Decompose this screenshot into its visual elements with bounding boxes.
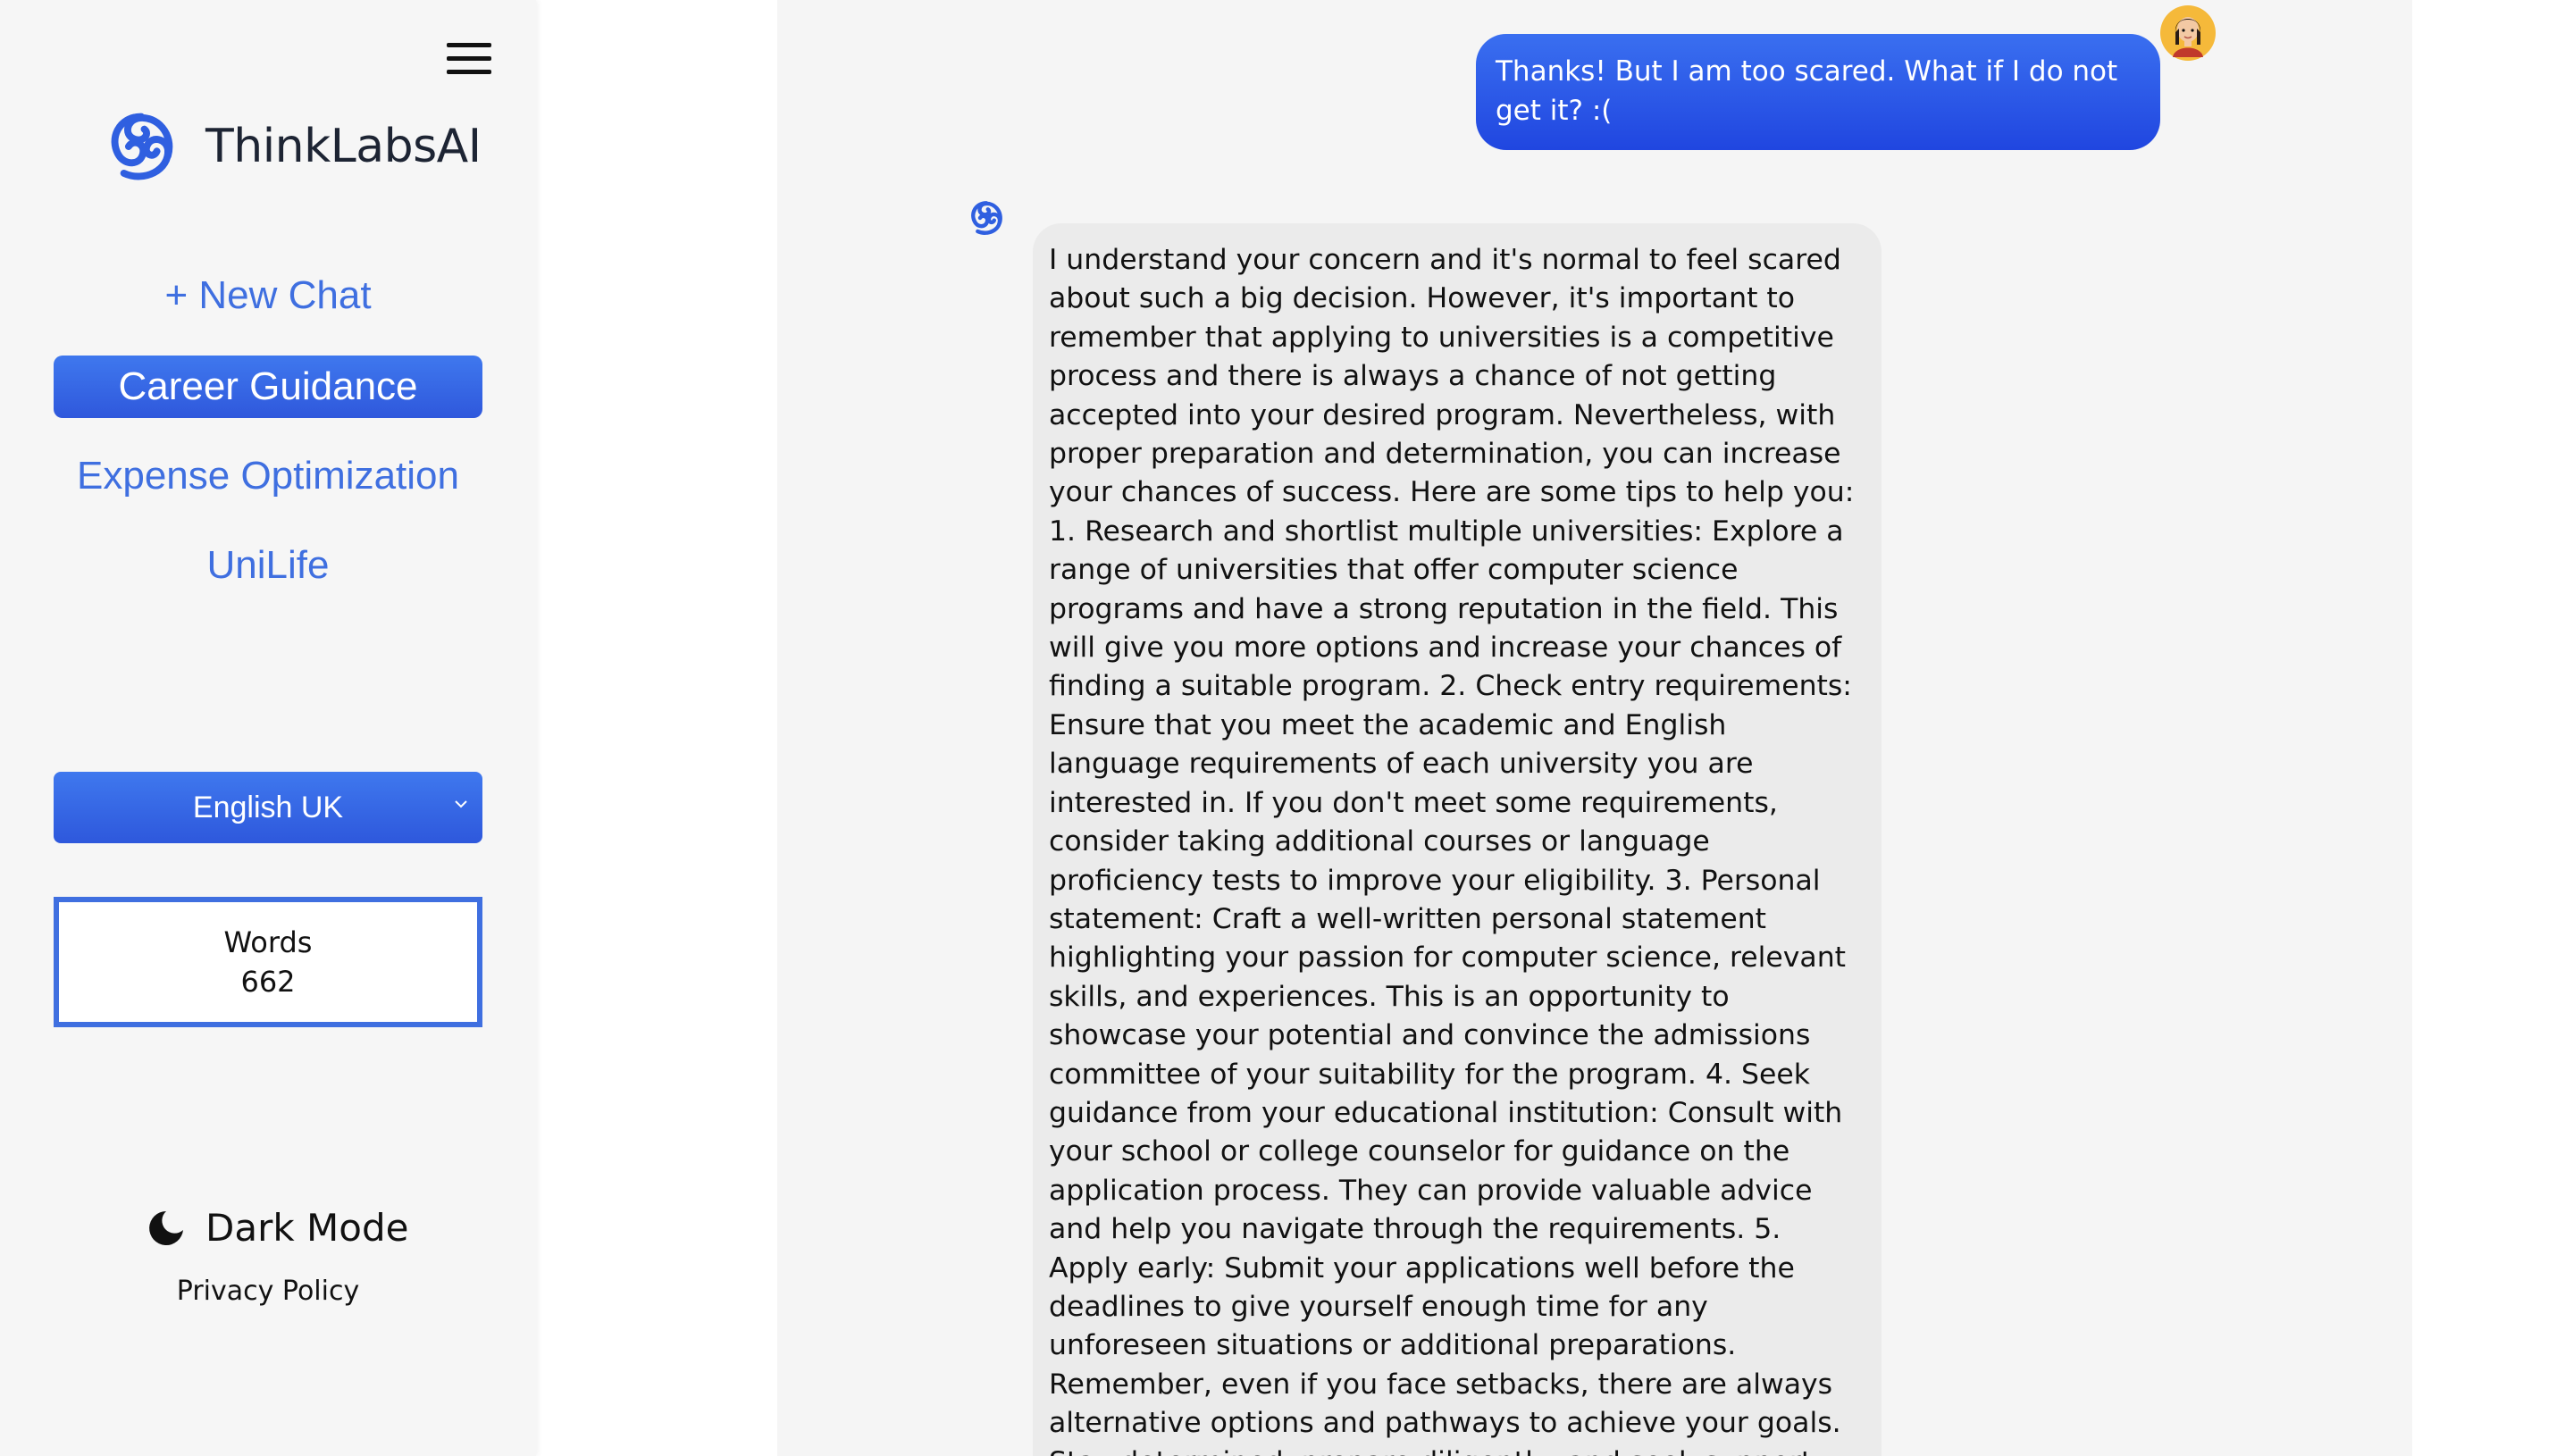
privacy-policy-link[interactable]: Privacy Policy [54, 1276, 482, 1307]
new-chat-button[interactable]: + New Chat [54, 273, 482, 318]
hamburger-menu-icon[interactable] [447, 43, 491, 75]
language-selected-value: English UK [192, 790, 344, 824]
sidebar-item-expense-optimization[interactable]: Expense Optimization [54, 454, 482, 498]
dark-mode-label: Dark Mode [205, 1206, 409, 1250]
assistant-message-bubble: I understand your concern and it's norma… [1033, 223, 1882, 1456]
user-avatar-icon [2160, 5, 2216, 61]
app-root: ThinkLabsAI + New Chat Career Guidance E… [0, 0, 2573, 1456]
chevron-down-icon [455, 800, 467, 808]
word-count-box: Words 662 [54, 897, 482, 1027]
language-select[interactable]: English UK [54, 772, 482, 843]
dark-mode-toggle[interactable]: Dark Mode [147, 1206, 408, 1250]
thinklabs-logo-icon [111, 113, 173, 180]
user-message-bubble: Thanks! But I am too scared. What if I d… [1476, 34, 2160, 150]
brand-logo: ThinkLabsAI [102, 105, 482, 188]
thinklabs-logo-icon [971, 201, 1002, 235]
sidebar-item-unilife[interactable]: UniLife [54, 543, 482, 588]
moon-icon [149, 1210, 183, 1245]
sidebar: ThinkLabsAI + New Chat Career Guidance E… [0, 0, 536, 1456]
word-count-label: Words [223, 925, 313, 959]
app-name: ThinkLabsAI [205, 120, 482, 173]
sidebar-item-career-guidance[interactable]: Career Guidance [54, 356, 482, 418]
word-count-value: 662 [240, 965, 296, 999]
